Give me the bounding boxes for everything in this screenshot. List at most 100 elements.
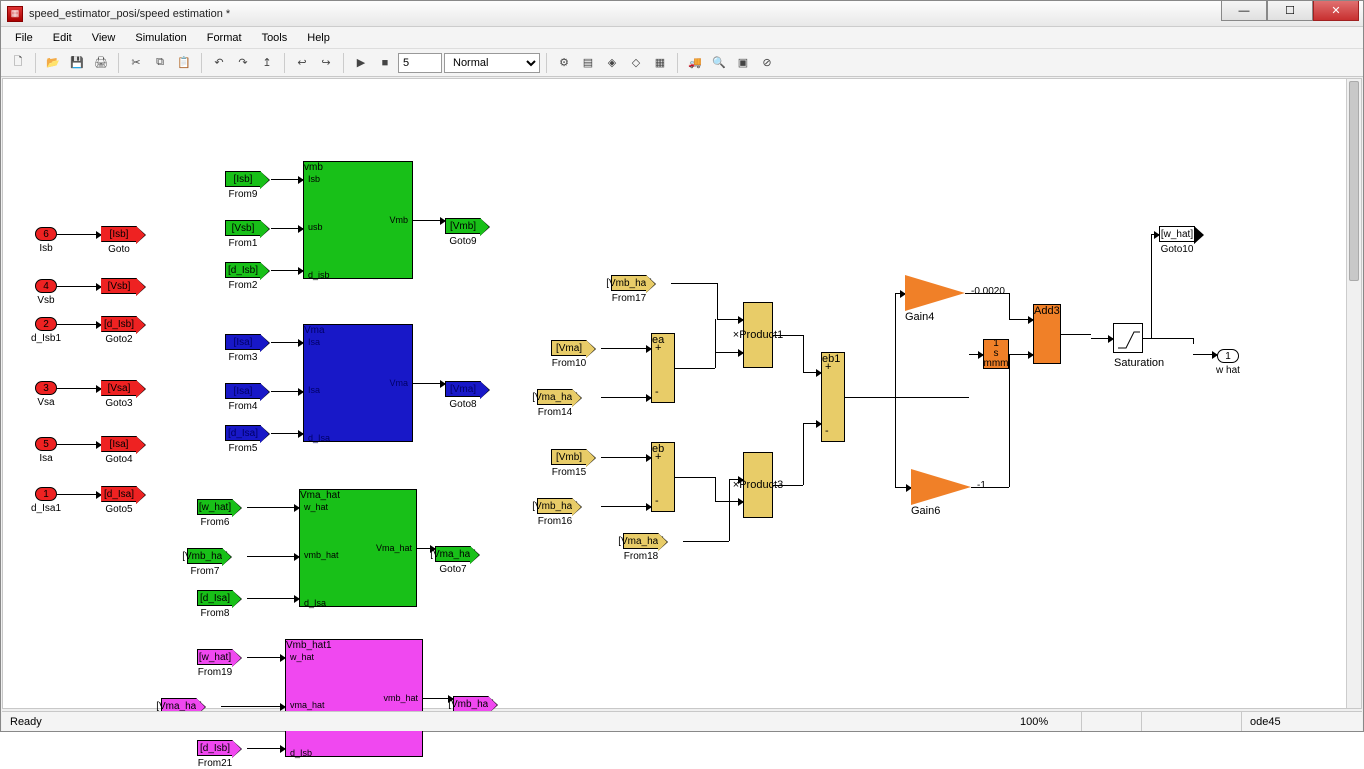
scroll-thumb[interactable] [1349,81,1359,281]
from-block[interactable]: [Vmb_hat]From17 [611,275,647,291]
solver-cell: ode45 [1242,712,1362,731]
product-Product3[interactable]: ×Product3 [743,452,773,518]
goto-block[interactable]: [w_hat]Goto10 [1159,226,1195,242]
from-block[interactable]: [Vmb_hat]From16 [537,498,573,514]
menu-edit[interactable]: Edit [45,29,80,47]
inport-Isb[interactable]: 6Isb [35,227,57,241]
goto-block[interactable]: [Vma]Goto8 [445,381,481,397]
print-icon[interactable]: 🖨 [90,52,112,74]
up-icon[interactable]: ↥ [256,52,278,74]
stoptime-input[interactable] [398,53,442,73]
zoom-cell: 100% [1012,712,1082,731]
from-block[interactable]: [d_Isb]From2 [225,262,261,278]
tool2-icon[interactable]: ▤ [577,52,599,74]
titlebar: ▦ speed_estimator_posi/speed estimation … [1,1,1363,27]
menu-file[interactable]: File [7,29,41,47]
inport-Vsa[interactable]: 3Vsa [35,381,57,395]
save-icon[interactable]: 💾 [66,52,88,74]
outport-w hat[interactable]: 1w hat [1217,349,1239,363]
fwd-icon[interactable]: ↪ [315,52,337,74]
canvas[interactable]: 6Isb 4Vsb 2d_Isb1 3Vsa 5Isa 1d_Isa1 [Isb]Goto [… [3,79,1361,708]
from-block[interactable]: [w_hat]From6 [197,499,233,515]
subsystem-Vma[interactable]: IsaIsad_IsaVmaVma [303,324,413,442]
redo-icon[interactable]: ↷ [232,52,254,74]
goto-block[interactable]: [Vmb]Goto9 [445,218,481,234]
menu-format[interactable]: Format [199,29,250,47]
goto-block[interactable]: [Isa]Goto4 [101,436,137,452]
goto-block[interactable]: [Vma_hat]Goto7 [435,546,471,562]
build-icon[interactable]: ⚙ [553,52,575,74]
goto-block[interactable]: [Vmb_hat]Goto11 [453,696,489,712]
from-block[interactable]: [Isb]From9 [225,171,261,187]
canvas-wrap: 6Isb 4Vsb 2d_Isb1 3Vsa 5Isa 1d_Isa1 [Isb]Goto [… [2,78,1362,709]
saturation-block[interactable]: Saturation [1113,323,1143,353]
menu-help[interactable]: Help [299,29,338,47]
from-block[interactable]: [Isa]From3 [225,334,261,350]
minimize-button[interactable]: — [1221,1,1267,21]
run-icon[interactable]: ▶ [350,52,372,74]
from-block[interactable]: [w_hat]From19 [197,649,233,665]
menu-tools[interactable]: Tools [254,29,296,47]
explorer-icon[interactable]: 🔍 [708,52,730,74]
add-Add3[interactable]: Add3 [1033,304,1061,364]
from-block[interactable]: [Vmb_hat]From7 [187,548,223,564]
menu-simulation[interactable]: Simulation [127,29,194,47]
status-cell2 [1082,712,1142,731]
window: ▦ speed_estimator_posi/speed estimation … [0,0,1364,732]
gain-Gain6[interactable]: -1Gain6 [911,469,971,517]
goto-block[interactable]: [Isb]Goto [101,226,137,242]
new-icon[interactable]: 🗋 [7,52,29,74]
from-block[interactable]: [Vma_hat]From14 [537,389,573,405]
stop-icon[interactable]: ■ [374,52,396,74]
status-text: Ready [2,716,1012,728]
from-block[interactable]: [Vsb]From1 [225,220,261,236]
window-title: speed_estimator_posi/speed estimation * [29,8,1357,20]
sum-ea[interactable]: +-ea [651,333,675,403]
subsystem-Vmb_hat1[interactable]: w_hatvma_hatd_Isbvmb_hatVmb_hat1 [285,639,423,757]
subsystem-vmb[interactable]: Isbusbd_isbVmbvmb [303,161,413,279]
maximize-button[interactable]: ☐ [1267,1,1313,21]
from-block[interactable]: [Vma_hat]From18 [623,533,659,549]
paste-icon[interactable]: 📋 [173,52,195,74]
toolbar: 🗋 📂 💾 🖨 ✂ ⧉ 📋 ↶ ↷ ↥ ↩ ↪ ▶ ■ Normal ⚙ ▤ ◈… [1,49,1363,77]
open-icon[interactable]: 📂 [42,52,64,74]
statusbar: Ready 100% ode45 [2,711,1362,731]
sum-eb1[interactable]: +-eb1 [821,352,845,442]
product-Product1[interactable]: ×Product1 [743,302,773,368]
tool5-icon[interactable]: ▦ [649,52,671,74]
sim-mode-select[interactable]: Normal [444,53,540,73]
goto-block[interactable]: [Vsa]Goto3 [101,380,137,396]
inport-d_Isa1[interactable]: 1d_Isa1 [35,487,57,501]
integrator-mmm[interactable]: 1smmm [983,339,1009,369]
debug-icon[interactable]: ▣ [732,52,754,74]
lib-icon[interactable]: 🚚 [684,52,706,74]
target-icon[interactable]: ⊘ [756,52,778,74]
undo-icon[interactable]: ↶ [208,52,230,74]
from-block[interactable]: [Vma]From10 [551,340,587,356]
inport-Isa[interactable]: 5Isa [35,437,57,451]
close-button[interactable]: ✕ [1313,1,1359,21]
inport-Vsb[interactable]: 4Vsb [35,279,57,293]
tool3-icon[interactable]: ◈ [601,52,623,74]
from-block[interactable]: [d_Isa]From8 [197,590,233,606]
gain-Gain4[interactable]: -0.0020Gain4 [905,275,965,323]
goto-block[interactable]: [d_Isa]Goto5 [101,486,137,502]
goto-block[interactable]: [Vsb] [101,278,137,294]
vertical-scrollbar[interactable] [1346,79,1361,708]
window-buttons: — ☐ ✕ [1221,1,1359,21]
from-block[interactable]: [d_Isb]From21 [197,740,233,756]
subsystem-Vma_hat[interactable]: w_hatvmb_hatd_IsaVma_hatVma_hat [299,489,417,607]
cut-icon[interactable]: ✂ [125,52,147,74]
menubar: FileEditViewSimulation FormatToolsHelp [1,27,1363,49]
from-block[interactable]: [Isa]From4 [225,383,261,399]
back-icon[interactable]: ↩ [291,52,313,74]
from-block[interactable]: [Vmb]From15 [551,449,587,465]
tool4-icon[interactable]: ◇ [625,52,647,74]
app-icon: ▦ [7,6,23,22]
menu-view[interactable]: View [84,29,124,47]
sum-eb[interactable]: +-eb [651,442,675,512]
goto-block[interactable]: [d_Isb]Goto2 [101,316,137,332]
inport-d_Isb1[interactable]: 2d_Isb1 [35,317,57,331]
from-block[interactable]: [d_Isa]From5 [225,425,261,441]
copy-icon[interactable]: ⧉ [149,52,171,74]
